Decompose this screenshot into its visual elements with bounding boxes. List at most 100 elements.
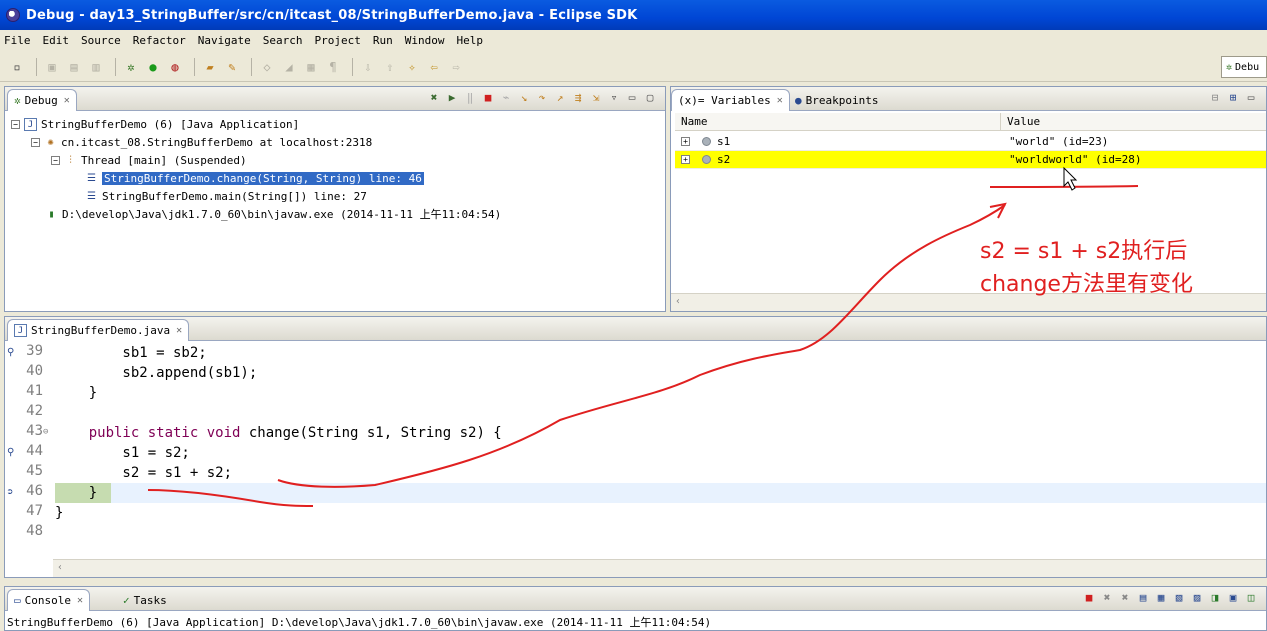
menu-navigate[interactable]: Navigate: [198, 34, 251, 47]
step-over-icon[interactable]: ↷: [533, 91, 551, 104]
remove-terminated-icon[interactable]: ✖: [425, 91, 443, 104]
collapse-all-icon[interactable]: ⊞: [1224, 91, 1242, 104]
scroll-left-icon[interactable]: ‹: [675, 296, 681, 307]
view-menu-icon[interactable]: ▿: [605, 91, 623, 104]
menu-help[interactable]: Help: [456, 34, 483, 47]
terminate-icon[interactable]: ■: [479, 91, 497, 104]
menu-source[interactable]: Source: [81, 34, 121, 47]
menu-refactor[interactable]: Refactor: [133, 34, 186, 47]
prev-annotation-icon[interactable]: ⇧: [381, 58, 399, 76]
variable-row-selected[interactable]: + s2 "worldworld" (id=28): [675, 151, 1266, 169]
pin-console-icon[interactable]: ◨: [1206, 591, 1224, 604]
new-icon[interactable]: ▫: [8, 58, 26, 76]
stack-frame-icon: ☰: [87, 172, 96, 184]
line-number-ruler: 39 40 41 42 43 44 45 46 47 48 ⚲ ⚲ ➲ ⊖: [5, 343, 53, 557]
display-console-icon[interactable]: ▣: [1224, 591, 1242, 604]
close-icon[interactable]: ✕: [64, 95, 70, 106]
tasks-icon: ✓: [123, 593, 130, 607]
breakpoints-icon: ●: [795, 93, 802, 107]
remove-launch-icon[interactable]: ✖: [1098, 591, 1116, 604]
back-icon[interactable]: ⇦: [425, 58, 443, 76]
main-toolbar: ▫ ▣ ▤ ▥ ✲ ● ◍ ▰ ✎ ◇ ◢ ▦ ¶ ⇩ ⇧ ✧ ⇦ ⇨: [0, 52, 1267, 82]
collapse-icon[interactable]: −: [31, 137, 40, 147]
disconnect-icon[interactable]: ⌁: [497, 91, 515, 104]
tab-editor-file[interactable]: J StringBufferDemo.java ✕: [7, 319, 190, 341]
toggle-icon[interactable]: ◇: [258, 58, 276, 76]
drop-to-frame-icon[interactable]: ⇶: [569, 91, 587, 104]
code-line: s2 = s1 + s2;: [55, 465, 233, 481]
code-area[interactable]: sb1 = sb2; sb2.append(sb1); } public sta…: [55, 343, 1266, 557]
tab-console[interactable]: ▭ Console ✕: [7, 589, 91, 611]
close-icon[interactable]: ✕: [777, 95, 783, 106]
save-icon[interactable]: ▣: [43, 58, 61, 76]
menu-run[interactable]: Run: [373, 34, 393, 47]
perspective-label: Debu: [1235, 61, 1260, 73]
tab-debug[interactable]: ✲ Debug ✕: [7, 89, 77, 111]
menu-file[interactable]: File: [4, 34, 31, 47]
step-return-icon[interactable]: ↗: [551, 91, 569, 104]
expand-icon[interactable]: +: [681, 137, 690, 146]
show-on-error-icon[interactable]: ▨: [1188, 591, 1206, 604]
minimize-icon[interactable]: ▭: [623, 91, 641, 104]
tree-item-label: StringBufferDemo.change(String, String) …: [102, 171, 424, 185]
maximize-icon[interactable]: ▢: [641, 91, 659, 104]
tree-item-launch[interactable]: − J StringBufferDemo (6) [Java Applicati…: [11, 115, 659, 133]
next-annotation-icon[interactable]: ⇩: [359, 58, 377, 76]
forward-icon[interactable]: ⇨: [447, 58, 465, 76]
open-type-icon[interactable]: ▰: [201, 58, 219, 76]
col-value-header[interactable]: Value: [1001, 113, 1040, 130]
open-console-icon[interactable]: ◫: [1242, 591, 1260, 604]
remove-all-icon[interactable]: ✖: [1116, 591, 1134, 604]
debug-run-icon[interactable]: ✲: [122, 58, 140, 76]
tab-tasks[interactable]: ✓ Tasks: [117, 590, 173, 610]
last-edit-icon[interactable]: ✧: [403, 58, 421, 76]
show-type-names-icon[interactable]: ⊟: [1206, 91, 1224, 104]
run-icon[interactable]: ●: [144, 58, 162, 76]
tree-item-target[interactable]: − ✺ cn.itcast_08.StringBufferDemo at loc…: [11, 133, 659, 151]
print-icon[interactable]: ▥: [87, 58, 105, 76]
save-all-icon[interactable]: ▤: [65, 58, 83, 76]
editor-tab-label: StringBufferDemo.java: [31, 324, 171, 337]
clear-console-icon[interactable]: ▦: [1152, 591, 1170, 604]
menu-window[interactable]: Window: [405, 34, 445, 47]
tab-breakpoints[interactable]: ● Breakpoints: [789, 90, 884, 110]
stack-frame-icon: ☰: [87, 190, 96, 202]
close-icon[interactable]: ✕: [176, 325, 182, 336]
tree-item-process[interactable]: ▮ D:\develop\Java\jdk1.7.0_60\bin\javaw.…: [11, 205, 659, 223]
block-icon[interactable]: ▦: [302, 58, 320, 76]
perspective-switcher[interactable]: ✲ Debu: [1221, 56, 1267, 78]
tree-item-thread[interactable]: − ⫶ Thread [main] (Suspended): [11, 151, 659, 169]
code-line: }: [55, 485, 98, 501]
tree-item-label: D:\develop\Java\jdk1.7.0_60\bin\javaw.ex…: [62, 208, 502, 221]
step-into-icon[interactable]: ↘: [515, 91, 533, 104]
minimize-icon[interactable]: ▭: [1242, 91, 1260, 104]
expand-icon[interactable]: +: [681, 155, 690, 164]
show-on-output-icon[interactable]: ▧: [1170, 591, 1188, 604]
search-icon[interactable]: ✎: [223, 58, 241, 76]
variable-row[interactable]: + s1 "world" (id=23): [675, 133, 1266, 151]
resume-icon[interactable]: ▶: [443, 91, 461, 104]
menu-edit[interactable]: Edit: [43, 34, 70, 47]
console-tabbar: ▭ Console ✕ ✓ Tasks ■ ✖ ✖ ▤ ▦ ▧ ▨ ◨ ▣ ◫: [5, 587, 1266, 611]
tab-variables[interactable]: (x)= Variables ✕: [671, 89, 790, 111]
close-icon[interactable]: ✕: [77, 595, 83, 606]
window-title: Debug - day13_StringBuffer/src/cn/itcast…: [26, 7, 638, 23]
terminate-icon[interactable]: ■: [1080, 591, 1098, 604]
mark-icon[interactable]: ◢: [280, 58, 298, 76]
collapse-icon[interactable]: −: [11, 119, 20, 129]
editor-horizontal-scrollbar[interactable]: ‹: [53, 559, 1266, 577]
fold-icon[interactable]: ⊖: [43, 427, 48, 437]
suspend-icon[interactable]: ‖: [461, 91, 479, 104]
menu-project[interactable]: Project: [314, 34, 360, 47]
tree-item-frame-main[interactable]: ☰ StringBufferDemo.main(String[]) line: …: [11, 187, 659, 205]
external-tools-icon[interactable]: ◍: [166, 58, 184, 76]
tree-item-frame-change[interactable]: ☰ StringBufferDemo.change(String, String…: [11, 169, 659, 187]
use-step-filters-icon[interactable]: ⇲: [587, 91, 605, 104]
variable-name: s1: [717, 135, 731, 148]
scroll-left-icon[interactable]: ‹: [57, 562, 63, 573]
col-name-header[interactable]: Name: [675, 113, 1001, 130]
scroll-lock-icon[interactable]: ▤: [1134, 591, 1152, 604]
collapse-icon[interactable]: −: [51, 155, 60, 165]
pilcrow-icon[interactable]: ¶: [324, 58, 342, 76]
menu-search[interactable]: Search: [263, 34, 303, 47]
